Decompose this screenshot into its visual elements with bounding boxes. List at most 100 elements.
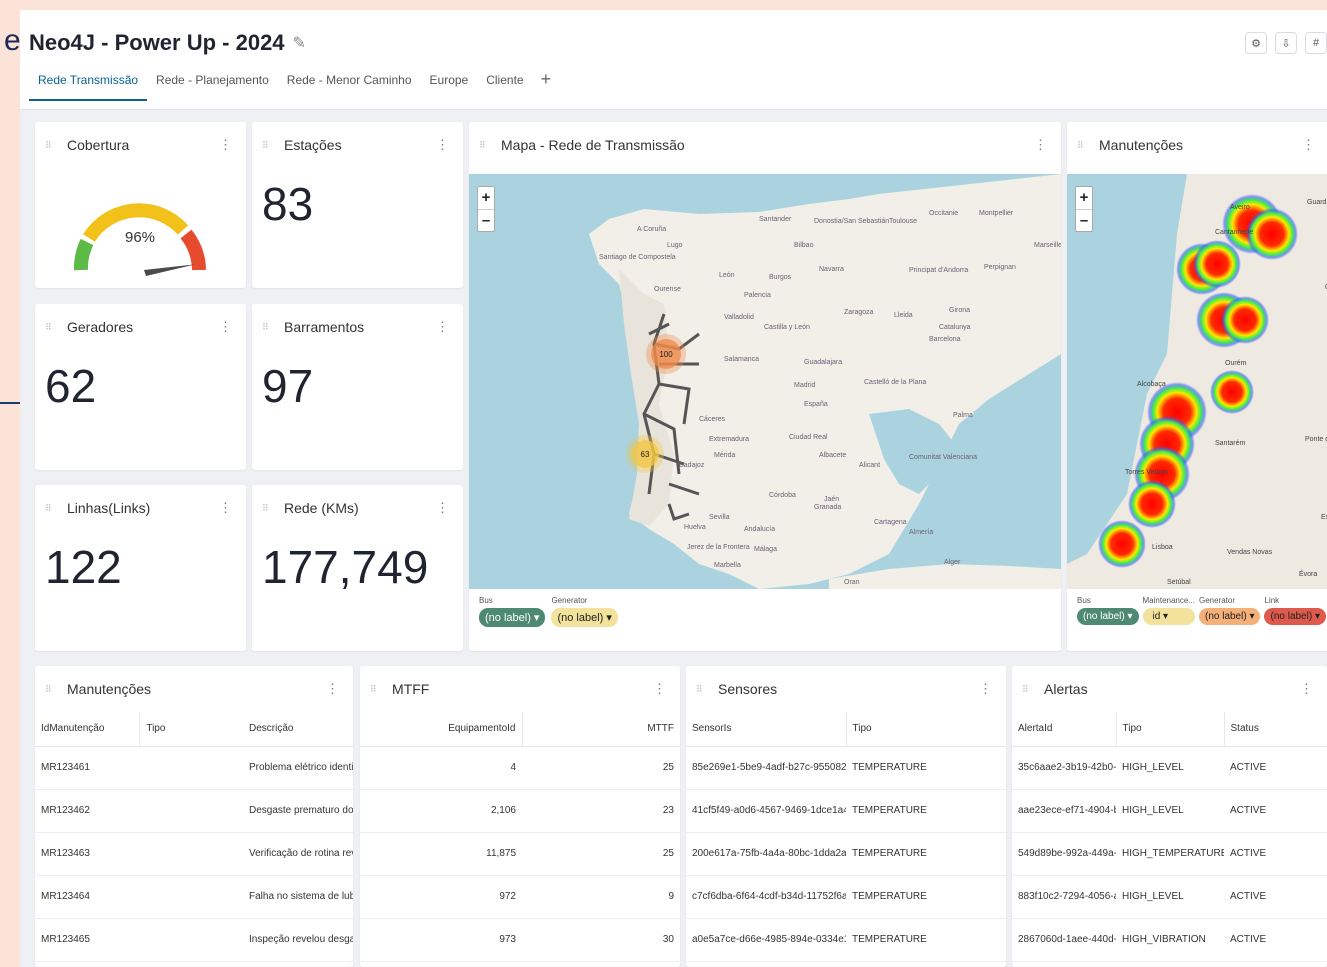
zoom-in-button[interactable]: + [478, 187, 494, 209]
legend-chip-maintenance[interactable]: id ▾ [1142, 608, 1195, 625]
map-place-label: Comunitat Valenciana [909, 454, 977, 461]
map-place-label: Alicant [859, 462, 881, 469]
table-row[interactable]: 2,106 23 [360, 789, 680, 833]
settings-button[interactable]: ⚙ [1245, 32, 1267, 54]
drag-handle-icon[interactable]: ⠿ [45, 322, 67, 333]
tab-cliente[interactable]: Cliente [477, 68, 532, 102]
table-row[interactable]: a0e5a7ce-d66e-4985-894e-0334e1a7cTEMPERA… [686, 918, 1006, 962]
map-place-label: Huelva [684, 524, 706, 531]
card-header: ⠿ Linhas(Links) [35, 485, 246, 531]
drag-handle-icon[interactable]: ⠿ [45, 140, 67, 151]
table-row[interactable]: 41cf5f49-a0d6-4567-9469-1dce1a428 TEMPERA… [686, 789, 1006, 833]
column-header[interactable]: Descrição [243, 712, 353, 747]
legend-chip-link[interactable]: (no label) ▾ [1264, 608, 1326, 625]
drag-handle-icon[interactable]: ⠿ [262, 322, 284, 333]
kebab-menu-icon[interactable]: ⋮ [1034, 137, 1047, 153]
card-title: Rede (KMs) [284, 500, 359, 516]
kebab-menu-icon[interactable]: ⋮ [219, 500, 232, 516]
column-header[interactable]: EquipamentoId [360, 712, 523, 747]
table-row[interactable]: MR123462 Desgaste prematuro dos d [35, 789, 353, 833]
zoom-out-button[interactable]: – [478, 209, 494, 231]
tab-rede-planejamento[interactable]: Rede - Planejamento [147, 68, 278, 102]
column-header[interactable]: Tipo [139, 712, 243, 747]
table-row[interactable]: 549d89be-992a-449a-94HIGH_TEMPERATUREACT… [1012, 832, 1327, 876]
table-row[interactable]: 4 25 [360, 746, 680, 790]
table-row[interactable]: 200e617a-75fb-4a4a-80bc-1dda2a80c TEMPERA… [686, 832, 1006, 876]
kebab-menu-icon[interactable]: ⋮ [1302, 137, 1315, 153]
drag-handle-icon[interactable]: ⠿ [696, 684, 718, 695]
table-row[interactable]: 972 9 [360, 875, 680, 919]
tab-europe[interactable]: Europe [421, 68, 478, 102]
table-cell [139, 789, 243, 833]
column-header[interactable]: MTTF [522, 712, 680, 747]
page-title: Neo4J - Power Up - 2024 [29, 30, 285, 55]
kebab-menu-icon[interactable]: ⋮ [436, 137, 449, 153]
drag-handle-icon[interactable]: ⠿ [370, 684, 392, 695]
column-header[interactable]: SensorIs [686, 712, 847, 747]
drag-handle-icon[interactable]: ⠿ [1077, 140, 1099, 151]
pencil-icon[interactable]: ✎ [293, 33, 306, 53]
download-button[interactable]: ⇩ [1275, 32, 1297, 54]
drag-handle-icon[interactable]: ⠿ [1022, 684, 1044, 695]
cluster-marker-100[interactable]: 100 [651, 339, 681, 369]
column-header[interactable]: Tipo [1116, 712, 1225, 747]
table-row[interactable]: MR123464 Falha no sistema de lubrificação [35, 875, 353, 919]
legend-chip-generator[interactable]: (no label) ▾ [1198, 608, 1261, 625]
table-row[interactable]: 11,875 25 [360, 832, 680, 876]
map-place-label: Castilla y León [764, 324, 810, 331]
tab-rede-menor-caminho[interactable]: Rede - Menor Caminho [278, 68, 421, 102]
map-place-label: León [719, 272, 735, 279]
kebab-menu-icon[interactable]: ⋮ [326, 681, 339, 697]
zoom-in-button[interactable]: + [1076, 187, 1092, 209]
table-row[interactable]: MR123465 Inspeção revelou desgaste [35, 918, 353, 962]
legend-caption: Generator [1198, 596, 1236, 605]
zoom-out-button[interactable]: – [1076, 209, 1092, 231]
kebab-menu-icon[interactable]: ⋮ [979, 681, 992, 697]
table-row[interactable]: 35c6aae2-3b19-42b0-86HIGH_LEVELACTIVE [1012, 746, 1327, 790]
column-header[interactable]: Status [1224, 712, 1327, 747]
column-header[interactable]: IdManutenção [35, 712, 141, 747]
map-place-label: Santander [759, 216, 792, 223]
drag-handle-icon[interactable]: ⠿ [45, 684, 67, 695]
kebab-menu-icon[interactable]: ⋮ [219, 137, 232, 153]
kebab-menu-icon[interactable]: ⋮ [653, 681, 666, 697]
table-row[interactable]: c7cf6dba-6f64-4cdf-b34d-11752f6ad9 TEMPER… [686, 875, 1006, 919]
maintenance-heatmap[interactable]: Cantanhede Aveiro Ourém Alcobaça Santarém Tor… [1067, 174, 1327, 589]
map-legend: Bus (no label) ▾ Generator (no label) ▾ [479, 596, 618, 627]
add-tab-button[interactable]: + [533, 68, 560, 102]
map-place-label: Andalucía [744, 526, 776, 533]
legend-generator: Generator (no label) ▾ [551, 596, 618, 627]
column-header[interactable]: AlertaId [1012, 712, 1117, 747]
table-row[interactable]: 85e269e1-5be9-4adf-b27c-955082512TEMPERA… [686, 746, 1006, 790]
drag-handle-icon[interactable]: ⠿ [262, 503, 284, 514]
tab-rede-transmissao[interactable]: Rede Transmissão [29, 68, 148, 102]
card-barramentos: ⠿ Barramentos ⋮ 97 [252, 304, 463, 470]
table-cell: TEMPERATURE [846, 789, 1006, 833]
table-row[interactable]: 973 30 [360, 918, 680, 962]
table-cell: 35c6aae2-3b19-42b0-86 [1012, 746, 1116, 790]
kebab-menu-icon[interactable]: ⋮ [219, 319, 232, 335]
legend-chip-bus[interactable]: (no label) ▾ [1077, 608, 1139, 625]
legend-chip-bus[interactable]: (no label) ▾ [479, 608, 546, 627]
drag-handle-icon[interactable]: ⠿ [479, 140, 501, 151]
cluster-marker-63[interactable]: 63 [631, 440, 659, 468]
more-button[interactable]: # [1305, 32, 1327, 54]
transmission-map[interactable]: Santiago de Compostela A Coruña Lugo Ourens… [469, 174, 1061, 589]
table-row[interactable]: MR123463 Verificação de rotina revelou [35, 832, 353, 876]
kebab-menu-icon[interactable]: ⋮ [436, 319, 449, 335]
legend-chip-generator[interactable]: (no label) ▾ [551, 608, 618, 627]
drag-handle-icon[interactable]: ⠿ [45, 503, 67, 514]
table-row[interactable]: MR123461 Problema elétrico identificado [35, 746, 353, 790]
kebab-menu-icon[interactable]: ⋮ [436, 500, 449, 516]
kebab-menu-icon[interactable]: ⋮ [1300, 681, 1313, 697]
map-place-label: Perpignan [984, 264, 1016, 271]
column-header[interactable]: Tipo [846, 712, 1006, 747]
table-row[interactable]: aae23ece-ef71-4904-b59HIGH_LEVELACTIVE [1012, 789, 1327, 833]
card-title: Manutenções [67, 681, 152, 697]
drag-handle-icon[interactable]: ⠿ [262, 140, 284, 151]
table-row[interactable]: 2867060d-1aee-440d-a5HIGH_VIBRATIONACTIV… [1012, 918, 1327, 962]
map-place-label: Catalunya [939, 324, 971, 331]
table-row[interactable]: 883f10c2-7294-4056-a6 HIGH_LEVEL ACTIVE [1012, 875, 1327, 919]
table-cell: 973 [360, 918, 522, 962]
heatmap-canvas[interactable] [1067, 174, 1327, 589]
